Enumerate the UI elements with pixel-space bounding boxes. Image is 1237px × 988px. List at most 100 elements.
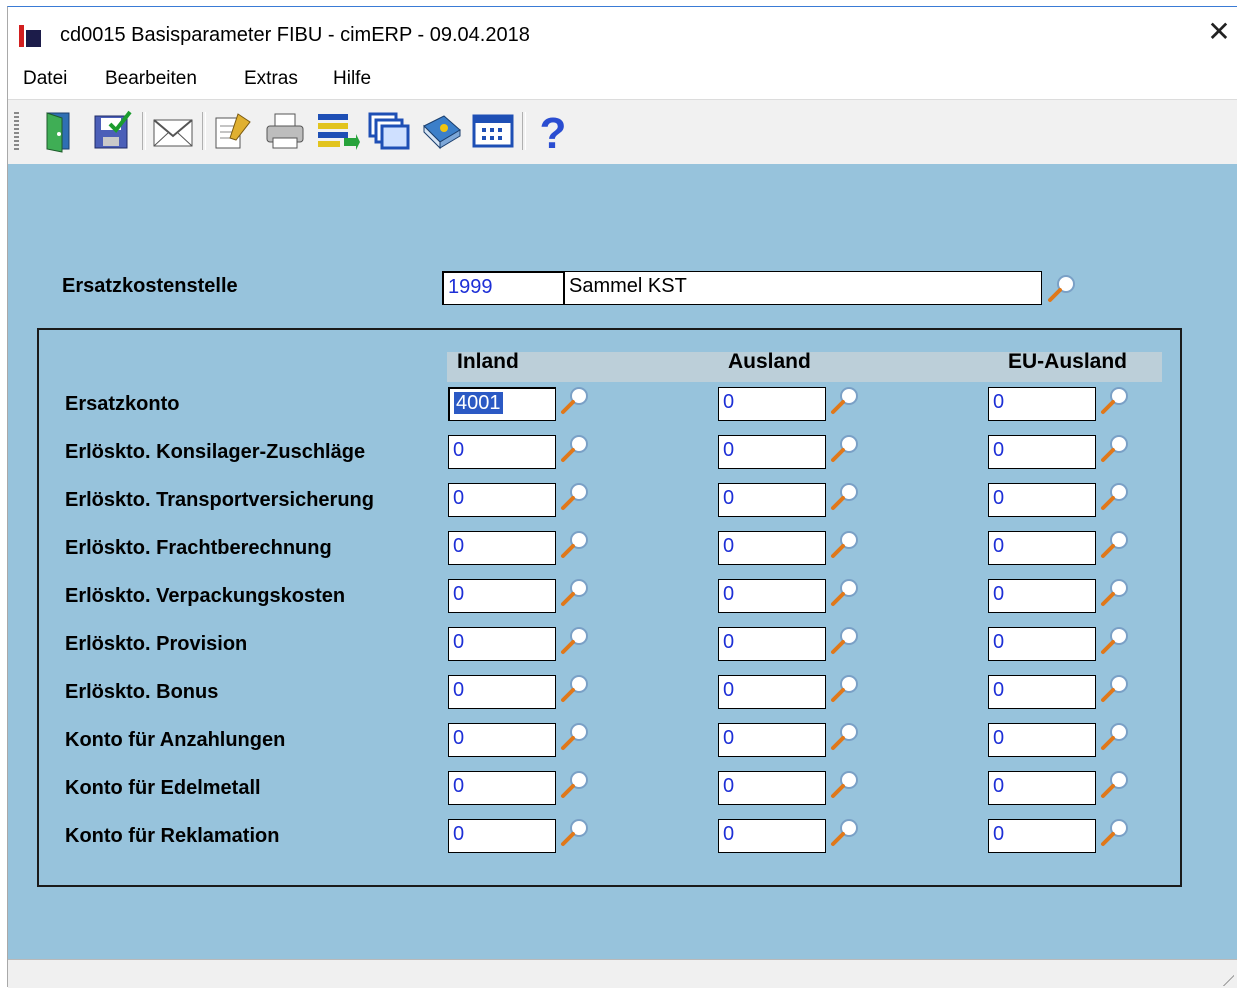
column-header-ausland: Ausland — [728, 350, 811, 373]
ersatzkostenstelle-label: Ersatzkostenstelle — [62, 275, 238, 297]
magnifier-icon[interactable] — [830, 577, 860, 607]
menu-bearbeiten[interactable]: Bearbeiten — [105, 68, 197, 90]
eu-ausland-account-field[interactable]: 0 — [988, 675, 1096, 709]
form-area: Ersatzkostenstelle 1999 Sammel KST Inlan… — [8, 164, 1237, 959]
eu-ausland-account-field[interactable]: 0 — [988, 819, 1096, 853]
magnifier-icon[interactable] — [1100, 817, 1130, 847]
close-icon[interactable]: ✕ — [1204, 17, 1234, 47]
magnifier-icon[interactable] — [560, 529, 590, 559]
eu-ausland-account-field[interactable]: 0 — [988, 387, 1096, 421]
table-grid-icon[interactable] — [470, 108, 516, 154]
menu-hilfe[interactable]: Hilfe — [333, 68, 371, 90]
ausland-account-field[interactable]: 0 — [718, 771, 826, 805]
notes-pencil-icon[interactable] — [210, 108, 256, 154]
magnifier-icon[interactable] — [1100, 481, 1130, 511]
eu-ausland-account-field[interactable]: 0 — [988, 771, 1096, 805]
toolbar-grip[interactable] — [14, 112, 19, 150]
magnifier-icon[interactable] — [1100, 673, 1130, 703]
ausland-account-field[interactable]: 0 — [718, 531, 826, 565]
inland-account-field[interactable]: 0 — [448, 627, 556, 661]
magnifier-icon[interactable] — [560, 673, 590, 703]
toolbar-separator — [522, 112, 526, 150]
eu-ausland-account-field[interactable]: 0 — [988, 483, 1096, 517]
account-row-label: Erlöskto. Konsilager-Zuschläge — [65, 441, 366, 463]
account-row-label: Erlöskto. Transportversicherung — [65, 489, 374, 511]
magnifier-icon[interactable] — [1100, 433, 1130, 463]
magnifier-icon[interactable] — [1100, 769, 1130, 799]
magnifier-icon[interactable] — [830, 817, 860, 847]
inland-account-field[interactable]: 0 — [448, 723, 556, 757]
magnifier-icon[interactable] — [830, 625, 860, 655]
eu-ausland-account-field[interactable]: 0 — [988, 579, 1096, 613]
account-row-label: Erlöskto. Verpackungskosten — [65, 585, 346, 607]
magnifier-icon[interactable] — [830, 433, 860, 463]
exit-door-icon[interactable] — [38, 108, 84, 154]
ausland-account-field[interactable]: 0 — [718, 627, 826, 661]
inland-account-field[interactable]: 0 — [448, 579, 556, 613]
title-bar: cd0015 Basisparameter FIBU - cimERP - 09… — [8, 7, 1237, 61]
toolbar-separator — [142, 112, 146, 150]
ausland-account-field[interactable]: 0 — [718, 579, 826, 613]
eu-ausland-account-field[interactable]: 0 — [988, 723, 1096, 757]
inland-account-field[interactable]: 4001 — [448, 387, 556, 421]
window-title: cd0015 Basisparameter FIBU - cimERP - 09… — [60, 24, 530, 46]
inland-account-field[interactable]: 0 — [448, 771, 556, 805]
magnifier-icon[interactable] — [1100, 529, 1130, 559]
ersatzkostenstelle-code-field[interactable]: 1999 — [442, 271, 564, 305]
list-transfer-icon[interactable] — [314, 108, 360, 154]
magnifier-icon[interactable] — [1100, 625, 1130, 655]
book-icon[interactable] — [418, 108, 464, 154]
app-window: cd0015 Basisparameter FIBU - cimERP - 09… — [7, 6, 1237, 988]
inland-account-field[interactable]: 0 — [448, 819, 556, 853]
app-logo-icon — [19, 25, 41, 47]
ausland-account-field[interactable]: 0 — [718, 435, 826, 469]
help-question-icon[interactable]: ? — [530, 108, 576, 158]
ausland-account-field[interactable]: 0 — [718, 723, 826, 757]
eu-ausland-account-field[interactable]: 0 — [988, 435, 1096, 469]
account-row-label: Konto für Edelmetall — [65, 777, 261, 799]
account-row-label: Konto für Anzahlungen — [65, 729, 286, 751]
resize-grip[interactable] — [1220, 972, 1234, 986]
menu-extras[interactable]: Extras — [244, 68, 298, 90]
inland-account-field[interactable]: 0 — [448, 483, 556, 517]
magnifier-icon[interactable] — [560, 433, 590, 463]
magnifier-icon[interactable] — [560, 721, 590, 751]
magnifier-icon[interactable] — [830, 769, 860, 799]
account-row-label: Erlöskto. Bonus — [65, 681, 219, 703]
printer-icon[interactable] — [262, 108, 308, 154]
ausland-account-field[interactable]: 0 — [718, 483, 826, 517]
ausland-account-field[interactable]: 0 — [718, 675, 826, 709]
menu-datei[interactable]: Datei — [23, 68, 67, 90]
selected-text: 4001 — [454, 392, 503, 414]
magnifier-icon[interactable] — [560, 385, 590, 415]
magnifier-icon[interactable] — [560, 625, 590, 655]
menu-bar: Datei Bearbeiten Extras Hilfe — [8, 62, 1237, 98]
magnifier-icon[interactable] — [1100, 577, 1130, 607]
magnifier-icon[interactable] — [1047, 273, 1077, 303]
windows-cascade-icon[interactable] — [366, 108, 412, 154]
magnifier-icon[interactable] — [560, 817, 590, 847]
toolbar: ? — [8, 99, 1237, 165]
eu-ausland-account-field[interactable]: 0 — [988, 627, 1096, 661]
eu-ausland-account-field[interactable]: 0 — [988, 531, 1096, 565]
magnifier-icon[interactable] — [1100, 385, 1130, 415]
ausland-account-field[interactable]: 0 — [718, 819, 826, 853]
magnifier-icon[interactable] — [560, 481, 590, 511]
ausland-account-field[interactable]: 0 — [718, 387, 826, 421]
magnifier-icon[interactable] — [830, 385, 860, 415]
inland-account-field[interactable]: 0 — [448, 531, 556, 565]
inland-account-field[interactable]: 0 — [448, 675, 556, 709]
magnifier-icon[interactable] — [830, 721, 860, 751]
svg-text:?: ? — [540, 109, 567, 154]
column-header-eu-ausland: EU-Ausland — [1008, 350, 1128, 373]
mail-envelope-icon[interactable] — [150, 108, 196, 154]
inland-account-field[interactable]: 0 — [448, 435, 556, 469]
save-icon[interactable] — [90, 108, 136, 154]
toolbar-separator — [202, 112, 206, 150]
magnifier-icon[interactable] — [830, 529, 860, 559]
magnifier-icon[interactable] — [830, 481, 860, 511]
magnifier-icon[interactable] — [560, 769, 590, 799]
magnifier-icon[interactable] — [1100, 721, 1130, 751]
magnifier-icon[interactable] — [560, 577, 590, 607]
magnifier-icon[interactable] — [830, 673, 860, 703]
